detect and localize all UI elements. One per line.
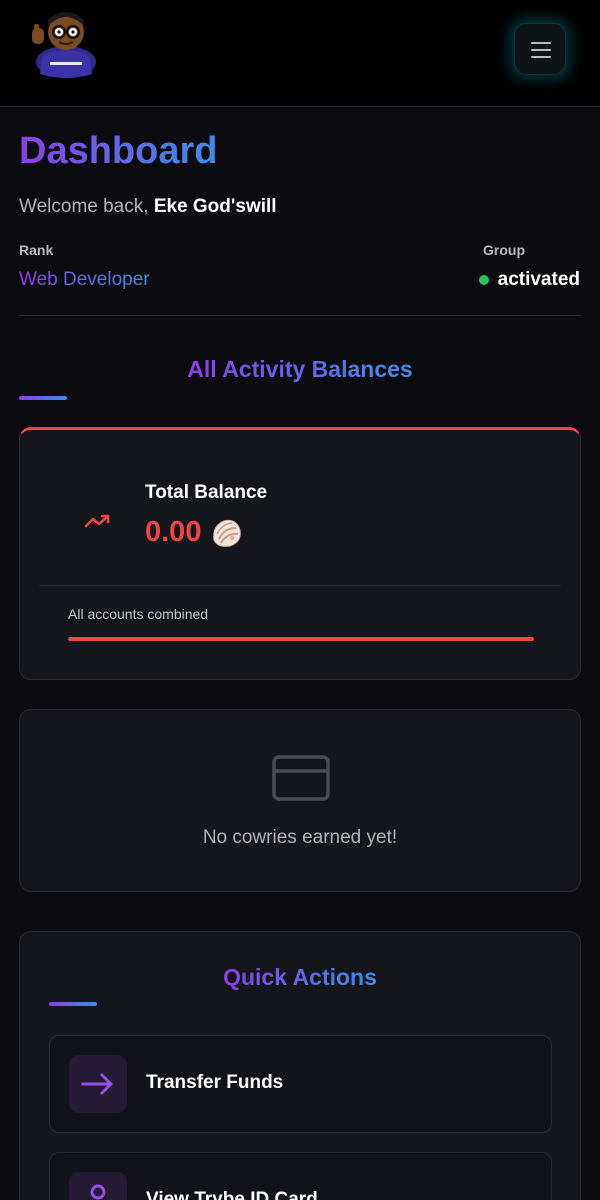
empty-cowries-card: No cowries earned yet! xyxy=(19,709,581,892)
header-divider xyxy=(19,315,581,316)
cowrie-shell-icon xyxy=(213,519,241,547)
balances-section-title: All Activity Balances xyxy=(0,356,600,383)
group-label: Group xyxy=(483,242,525,258)
menu-button[interactable] xyxy=(514,23,566,75)
total-balance-amount: 0.00 xyxy=(145,516,202,548)
welcome-message: Welcome back, Eke God'swill xyxy=(19,196,277,218)
hamburger-menu-icon xyxy=(531,42,551,44)
view-trybe-id-card-button[interactable]: View Trybe ID Card xyxy=(49,1152,552,1200)
rank-value: Web Developer xyxy=(19,269,150,290)
view-trybe-id-card-label: View Trybe ID Card xyxy=(146,1189,318,1200)
menu-bar-line xyxy=(531,49,551,51)
status-dot-icon xyxy=(478,275,489,285)
group-status: activated xyxy=(478,269,580,291)
user-name: Eke God'swill xyxy=(153,196,277,217)
section-underline xyxy=(49,1002,97,1006)
transfer-funds-button[interactable]: Transfer Funds xyxy=(49,1035,552,1133)
balances-section-title-text: All Activity Balances xyxy=(187,356,413,382)
group-value: activated xyxy=(497,269,580,290)
total-balance-card: Total Balance 0.00 All accounts combined xyxy=(19,427,581,680)
balance-progress-bar xyxy=(68,637,534,641)
welcome-prefix: Welcome back, xyxy=(19,196,149,217)
section-underline xyxy=(19,396,67,400)
card-divider xyxy=(39,585,561,586)
cartoon-avatar-icon[interactable] xyxy=(28,4,104,80)
page-title: Dashboard xyxy=(19,130,218,172)
credit-card-icon xyxy=(272,755,330,801)
rank-label: Rank xyxy=(19,242,54,258)
balance-note: All accounts combined xyxy=(68,606,209,622)
quick-actions-title: Quick Actions xyxy=(20,964,580,991)
trending-down-icon xyxy=(84,514,110,528)
quick-actions-title-text: Quick Actions xyxy=(223,964,377,990)
action-icon-box xyxy=(69,1055,127,1113)
empty-state-message: No cowries earned yet! xyxy=(202,827,398,848)
menu-bar-line xyxy=(531,56,551,58)
quick-actions-card: Quick Actions Transfer Funds View Trybe … xyxy=(19,931,581,1200)
total-balance-label: Total Balance xyxy=(145,482,268,503)
top-bar xyxy=(0,0,600,107)
user-icon xyxy=(90,1184,106,1200)
transfer-funds-label: Transfer Funds xyxy=(146,1072,284,1093)
arrow-right-icon xyxy=(81,1073,113,1095)
action-icon-box xyxy=(69,1172,127,1200)
